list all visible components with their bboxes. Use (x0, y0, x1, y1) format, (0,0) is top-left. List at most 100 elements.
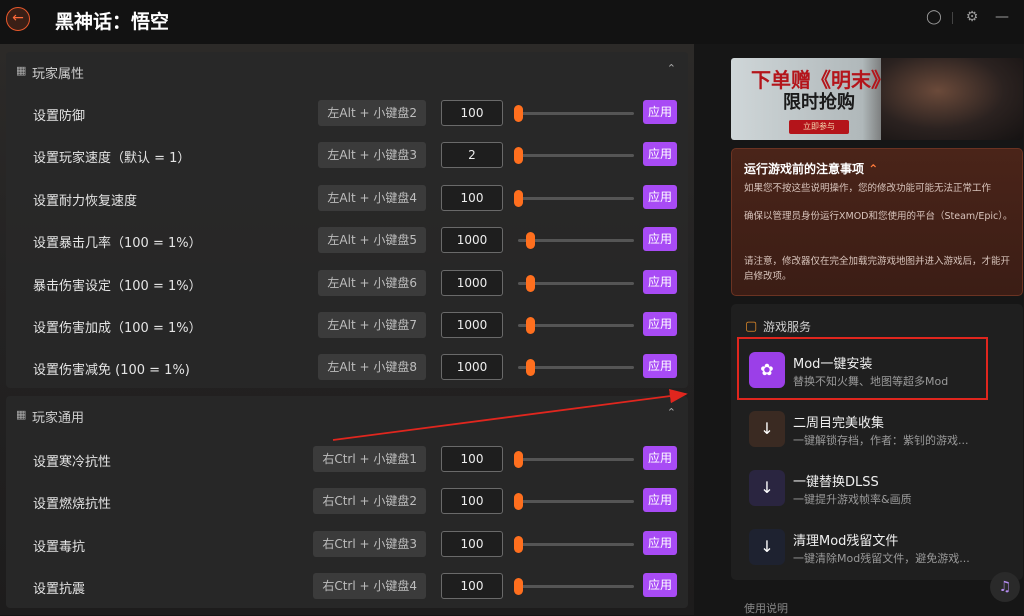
slider-handle[interactable] (526, 274, 535, 292)
setting-row: 设置寒冷抗性 右Ctrl + 小键盘1 100 应用 (6, 444, 688, 474)
slider-handle[interactable] (514, 578, 523, 596)
slider-handle[interactable] (514, 147, 523, 165)
settings-gear-icon[interactable]: ⚙ (963, 8, 981, 26)
hotkey-button[interactable]: 左Alt + 小键盘2 (318, 100, 426, 126)
banner-artwork (881, 58, 1023, 140)
service-desc: 一键解锁存档，作者：紫钊的游戏... (793, 434, 969, 447)
apply-button[interactable]: 应用 (643, 227, 677, 252)
slider-handle[interactable] (526, 359, 535, 377)
setting-label: 设置毒抗 (33, 539, 86, 555)
slider-handle[interactable] (526, 232, 535, 250)
section-header[interactable]: ▦ 玩家属性 ⌃ (6, 52, 688, 88)
section-title: 玩家属性 (32, 67, 85, 82)
setting-label: 暴击伤害设定（100 = 1%） (33, 278, 202, 294)
slider-handle[interactable] (514, 451, 523, 468)
value-input[interactable]: 100 (441, 573, 503, 600)
apply-button[interactable]: 应用 (643, 142, 677, 167)
hotkey-button[interactable]: 左Alt + 小键盘3 (318, 142, 426, 169)
hotkey-button[interactable]: 左Alt + 小键盘5 (318, 227, 426, 254)
download-circle-icon: ↓ (749, 411, 785, 447)
apply-button[interactable]: 应用 (643, 488, 677, 513)
value-slider[interactable] (518, 274, 634, 292)
value-input[interactable]: 1000 (441, 269, 503, 296)
apply-button[interactable]: 应用 (643, 312, 677, 336)
notice-title: 运行游戏前的注意事项 ⌃ (744, 162, 879, 176)
hotkey-button[interactable]: 左Alt + 小键盘6 (318, 269, 426, 296)
double-chevron-up-icon[interactable]: ⌃ (868, 162, 878, 176)
value-input[interactable]: 100 (441, 100, 503, 126)
apply-button[interactable]: 应用 (643, 530, 677, 555)
value-slider[interactable] (518, 232, 634, 250)
apply-button[interactable]: 应用 (643, 100, 677, 124)
setting-label: 设置耐力恢复速度 (33, 193, 138, 209)
setting-label: 设置暴击几率（100 = 1%） (33, 236, 202, 252)
setting-row: 暴击伤害设定（100 = 1%） 左Alt + 小键盘6 1000 应用 (6, 268, 688, 298)
service-item[interactable]: ↓ 清理Mod残留文件 一键清除Mod残留文件，避免游戏... (749, 525, 1009, 575)
value-input[interactable]: 100 (441, 530, 503, 557)
value-input[interactable]: 1000 (441, 312, 503, 338)
apply-button[interactable]: 应用 (643, 446, 677, 470)
value-slider[interactable] (514, 189, 634, 207)
hotkey-button[interactable]: 左Alt + 小键盘4 (318, 184, 426, 211)
value-input[interactable]: 1000 (441, 227, 503, 254)
slider-handle[interactable] (514, 535, 523, 553)
value-input[interactable]: 2 (441, 142, 503, 169)
hotkey-button[interactable]: 右Ctrl + 小键盘4 (313, 573, 426, 600)
services-title: 游戏服务 (763, 320, 812, 334)
section-header[interactable]: ▦ 玩家通用 ⌃ (6, 396, 688, 432)
apply-button[interactable]: 应用 (643, 269, 677, 294)
value-slider[interactable] (514, 105, 634, 122)
setting-row: 设置暴击几率（100 = 1%） 左Alt + 小键盘5 1000 应用 (6, 225, 688, 255)
download-circle-icon: ↓ (749, 529, 785, 565)
value-input[interactable]: 100 (441, 488, 503, 515)
apply-button[interactable]: 应用 (643, 184, 677, 209)
value-slider[interactable] (514, 493, 634, 511)
service-item[interactable]: ↓ 二周目完美收集 一键解锁存档，作者：紫钊的游戏... (749, 407, 1009, 457)
slider-handle[interactable] (514, 493, 523, 511)
value-input[interactable]: 100 (441, 446, 503, 472)
minimize-icon[interactable]: — (993, 8, 1011, 26)
value-slider[interactable] (514, 147, 634, 165)
hotkey-button[interactable]: 右Ctrl + 小键盘2 (313, 488, 426, 515)
section-title: 玩家通用 (32, 411, 85, 426)
apply-button[interactable]: 应用 (643, 354, 677, 379)
chevron-up-icon[interactable]: ⌃ (667, 62, 676, 75)
banner-join-button[interactable]: 立即参与 (789, 120, 849, 134)
apply-button[interactable]: 应用 (643, 573, 677, 598)
hotkey-button[interactable]: 左Alt + 小键盘7 (318, 312, 426, 338)
divider (952, 12, 953, 24)
value-slider[interactable] (514, 535, 634, 553)
notice-text: 如果您不按这些说明操作，您的修改功能可能无法正常工作 (744, 183, 992, 194)
setting-row: 设置伤害加成（100 = 1%） 左Alt + 小键盘7 1000 应用 (6, 310, 688, 340)
hotkey-button[interactable]: 右Ctrl + 小键盘1 (313, 446, 426, 472)
headset-support-icon[interactable]: ♫ (990, 572, 1020, 602)
value-slider[interactable] (514, 451, 634, 468)
grid-icon: ▦ (16, 64, 27, 77)
slider-handle[interactable] (526, 317, 535, 334)
value-input[interactable]: 1000 (441, 354, 503, 381)
back-arrow-icon[interactable]: ← (6, 7, 30, 31)
account-icon[interactable]: ◯ (925, 8, 943, 26)
setting-row: 设置毒抗 右Ctrl + 小键盘3 100 应用 (6, 529, 688, 559)
setting-row: 设置耐力恢复速度 左Alt + 小键盘4 100 应用 (6, 183, 688, 213)
highlight-box (737, 337, 988, 400)
slider-handle[interactable] (514, 105, 523, 122)
setting-label: 设置玩家速度（默认 = 1） (33, 151, 191, 167)
hotkey-button[interactable]: 左Alt + 小键盘8 (318, 354, 426, 381)
slider-handle[interactable] (514, 189, 523, 207)
page-title: 黑神话：悟空 (55, 11, 170, 33)
notice-text: 请注意，修改器仅在完全加载完游戏地图并进入游戏后，才能开启修改项。 (744, 256, 1011, 282)
hotkey-button[interactable]: 右Ctrl + 小键盘3 (313, 530, 426, 557)
service-name: 清理Mod残留文件 (793, 534, 899, 549)
value-slider[interactable] (514, 578, 634, 596)
value-input[interactable]: 100 (441, 184, 503, 211)
chevron-up-icon[interactable]: ⌃ (667, 406, 676, 419)
value-slider[interactable] (518, 359, 634, 377)
usage-instructions-header[interactable]: 使用说明 (744, 600, 788, 616)
setting-label: 设置抗震 (33, 582, 86, 598)
service-item[interactable]: ↓ 一键替换DLSS 一键提升游戏帧率&画质 (749, 466, 1009, 516)
promo-banner[interactable]: 下单赠《明末》 限时抢购 立即参与 (731, 58, 1023, 140)
service-name: 一键替换DLSS (793, 475, 879, 490)
setting-row: 设置燃烧抗性 右Ctrl + 小键盘2 100 应用 (6, 486, 688, 516)
value-slider[interactable] (518, 317, 634, 334)
